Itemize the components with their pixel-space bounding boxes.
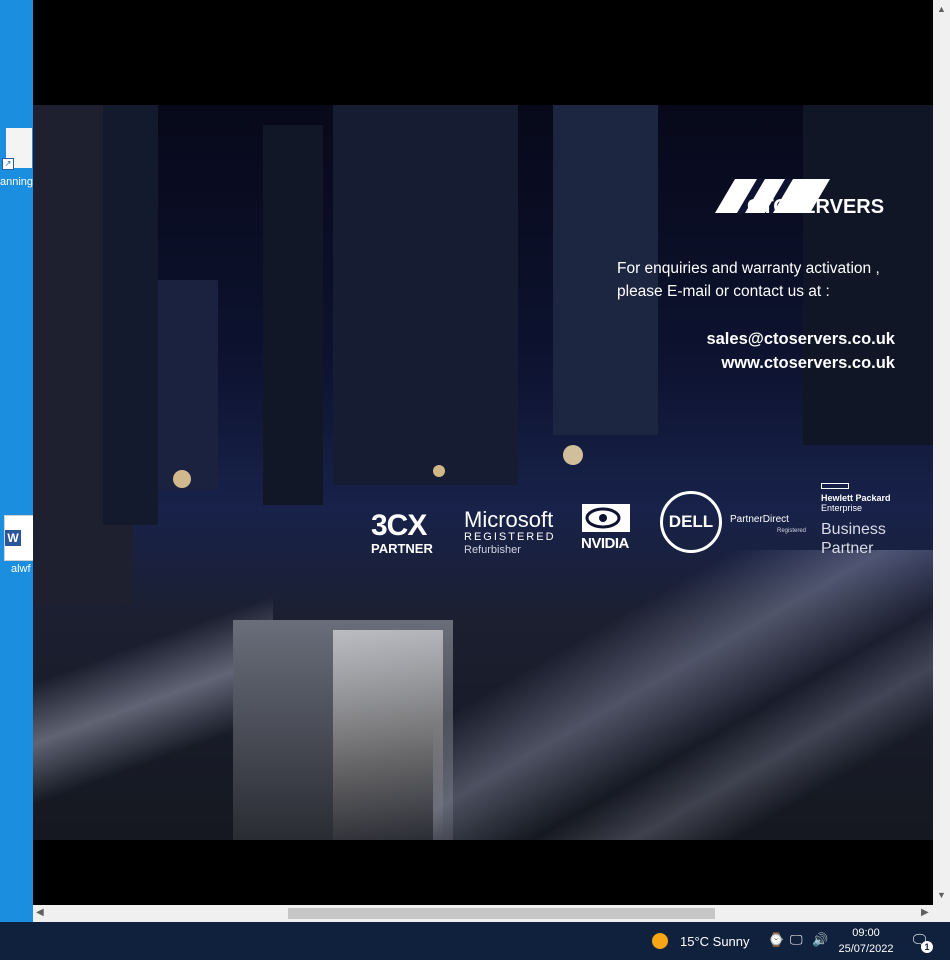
scroll-left-arrow-icon[interactable]: ◀ <box>36 907 44 918</box>
dell-partnerdirect-text: PartnerDirect <box>730 514 789 525</box>
system-clock[interactable]: 09:00 25/07/2022 <box>834 925 898 957</box>
shortcut-arrow-icon: ↗ <box>2 158 14 170</box>
street-light-glow <box>563 445 583 465</box>
network-icon[interactable]: 🖵 <box>790 932 803 948</box>
word-letter: W <box>5 530 21 546</box>
enquiry-line: For enquiries and warranty activation , <box>617 260 880 277</box>
nvidia-logo-text: NVIDIA <box>581 535 629 552</box>
desktop-background: ↗ anning W alwf <box>0 0 33 922</box>
dell-logo: DELL <box>660 491 722 553</box>
brand-text: CTOSERVERS <box>747 196 884 218</box>
desktop-icon-label[interactable]: alwf <box>11 563 31 575</box>
desktop-icon-label[interactable]: anning <box>0 176 33 188</box>
clock-date: 25/07/2022 <box>838 943 894 955</box>
bp-line: Partner <box>821 540 874 557</box>
hpe-line: Enterprise <box>821 503 863 513</box>
contact-details: sales@ctoservers.co.uk www.ctoservers.co… <box>706 327 895 375</box>
hpe-logo-text: Hewlett Packard Enterprise <box>821 493 891 513</box>
taskbar: 15°C Sunny ⌚ 🖵 🔊 09:00 25/07/2022 🗨 1 <box>0 922 950 960</box>
contact-website: www.ctoservers.co.uk <box>721 354 895 372</box>
scroll-up-arrow-icon[interactable]: ▲ <box>937 4 946 14</box>
skyscraper <box>103 105 158 525</box>
skyscraper <box>333 105 518 485</box>
clock-time: 09:00 <box>852 927 880 939</box>
horizontal-scroll-thumb[interactable] <box>288 908 715 919</box>
microsoft-registered-text: REGISTERED <box>464 531 556 543</box>
street-light-glow <box>433 465 445 477</box>
3cx-logo: 3CX <box>371 509 427 542</box>
city-night-image: CTOSERVERS For enquiries and warranty ac… <box>33 105 933 840</box>
microsoft-logo: Microsoft <box>464 507 554 532</box>
weather-widget[interactable]: 15°C Sunny <box>680 934 750 949</box>
light-trail <box>333 630 443 840</box>
volume-icon[interactable]: 🔊 <box>812 932 828 948</box>
bp-line: Business <box>821 521 886 538</box>
partner-logos: 3CX PARTNER Microsoft REGISTERED Refurbi… <box>363 483 923 563</box>
contact-email: sales@ctoservers.co.uk <box>706 330 895 348</box>
scroll-right-arrow-icon[interactable]: ▶ <box>921 907 929 918</box>
3cx-partner-text: PARTNER <box>371 541 433 556</box>
hpe-element-icon <box>821 483 849 489</box>
nvidia-eye-icon <box>582 504 630 532</box>
image-viewer: CTOSERVERS For enquiries and warranty ac… <box>33 0 933 905</box>
skyscraper <box>158 280 218 490</box>
ctoservers-logo: CTOSERVERS <box>715 179 884 218</box>
business-partner-text: Business Partner <box>821 520 886 558</box>
hpe-line: Hewlett Packard <box>821 493 891 503</box>
word-document-icon[interactable]: W <box>4 515 33 561</box>
horizontal-scrollbar[interactable]: ◀ ▶ <box>33 905 933 922</box>
dell-registered-text: Registered <box>777 528 807 534</box>
skyscraper <box>263 125 323 505</box>
weather-sun-icon[interactable] <box>652 933 668 949</box>
scroll-down-arrow-icon[interactable]: ▼ <box>937 890 946 900</box>
vertical-scrollbar[interactable]: ▲ ▼ <box>933 0 950 905</box>
notification-count-badge: 1 <box>921 941 933 953</box>
scrollbar-corner <box>933 905 950 922</box>
street-light-glow <box>173 470 191 488</box>
meet-now-icon[interactable]: ⌚ <box>768 932 784 948</box>
light-trail <box>433 550 933 840</box>
enquiry-line: please E-mail or contact us at : <box>617 283 830 300</box>
microsoft-refurbisher-text: Refurbisher <box>464 544 521 556</box>
enquiry-text: For enquiries and warranty activation , … <box>617 257 880 303</box>
